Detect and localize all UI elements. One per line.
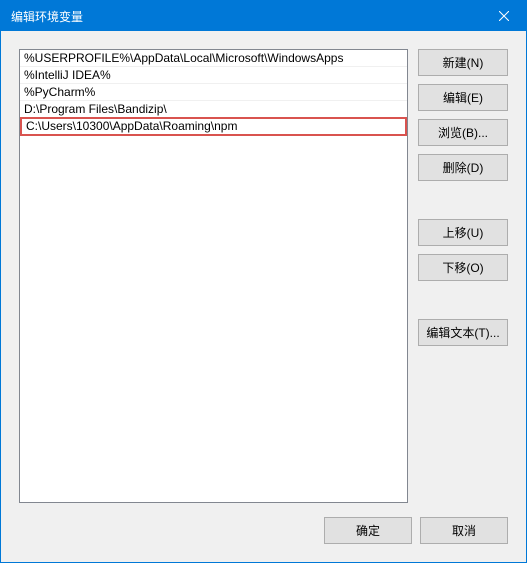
move-up-button[interactable]: 上移(U) [418, 219, 508, 246]
delete-button[interactable]: 删除(D) [418, 154, 508, 181]
side-buttons: 新建(N) 编辑(E) 浏览(B)... 删除(D) 上移(U) 下移(O) 编… [418, 49, 508, 503]
main-area: %USERPROFILE%\AppData\Local\Microsoft\Wi… [19, 49, 508, 503]
close-button[interactable] [481, 1, 526, 31]
edit-text-button[interactable]: 编辑文本(T)... [418, 319, 508, 346]
env-var-dialog: 编辑环境变量 %USERPROFILE%\AppData\Local\Micro… [0, 0, 527, 563]
list-item[interactable]: D:\Program Files\Bandizip\ [20, 101, 407, 118]
list-item[interactable]: %IntelliJ IDEA% [20, 67, 407, 84]
list-item[interactable]: %USERPROFILE%\AppData\Local\Microsoft\Wi… [20, 50, 407, 67]
new-button[interactable]: 新建(N) [418, 49, 508, 76]
bottom-buttons: 确定 取消 [19, 517, 508, 544]
close-icon [499, 11, 509, 21]
list-item[interactable]: C:\Users\10300\AppData\Roaming\npm [20, 117, 407, 136]
path-listbox[interactable]: %USERPROFILE%\AppData\Local\Microsoft\Wi… [19, 49, 408, 503]
move-down-button[interactable]: 下移(O) [418, 254, 508, 281]
browse-button[interactable]: 浏览(B)... [418, 119, 508, 146]
dialog-body: %USERPROFILE%\AppData\Local\Microsoft\Wi… [1, 31, 526, 562]
dialog-title: 编辑环境变量 [11, 8, 83, 25]
ok-button[interactable]: 确定 [324, 517, 412, 544]
edit-button[interactable]: 编辑(E) [418, 84, 508, 111]
cancel-button[interactable]: 取消 [420, 517, 508, 544]
titlebar: 编辑环境变量 [1, 1, 526, 31]
list-item[interactable]: %PyCharm% [20, 84, 407, 101]
